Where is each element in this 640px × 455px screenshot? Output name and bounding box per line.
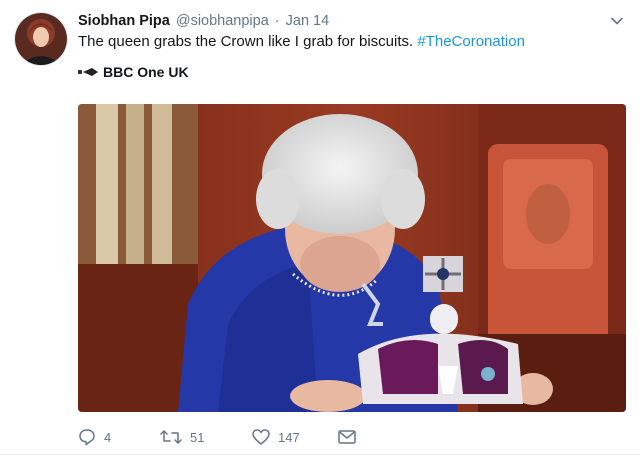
message-button[interactable] bbox=[338, 430, 356, 444]
queen-crown-photo bbox=[78, 104, 626, 412]
tweet-body: The queen grabs the Crown like I grab fo… bbox=[78, 33, 418, 50]
reply-count: 4 bbox=[104, 429, 112, 445]
media-source[interactable]: BBC One UK bbox=[78, 64, 189, 80]
tweet-text: The queen grabs the Crown like I grab fo… bbox=[78, 33, 525, 50]
message-icon bbox=[338, 430, 356, 444]
tweet-media-image[interactable] bbox=[78, 104, 626, 412]
tweet-date[interactable]: Jan 14 bbox=[286, 13, 330, 29]
like-button[interactable]: 147 bbox=[252, 429, 338, 445]
like-count: 147 bbox=[278, 429, 300, 445]
hashtag-link[interactable]: #TheCoronation bbox=[417, 33, 525, 50]
bbc-logo-icon bbox=[78, 68, 98, 76]
avatar[interactable] bbox=[14, 12, 68, 66]
tweet-header: Siobhan Pipa @siobhanpipa · Jan 14 bbox=[78, 10, 620, 32]
chevron-down-icon[interactable] bbox=[610, 14, 624, 28]
reply-button[interactable]: 4 bbox=[78, 428, 160, 446]
heart-icon bbox=[252, 429, 270, 445]
retweet-button[interactable]: 51 bbox=[160, 429, 252, 445]
author-name[interactable]: Siobhan Pipa bbox=[78, 13, 170, 29]
retweet-count: 51 bbox=[190, 429, 205, 445]
author-handle[interactable]: @siobhanpipa bbox=[176, 13, 269, 29]
tweet-actions: 4 51 147 bbox=[78, 428, 356, 446]
avatar-image bbox=[15, 13, 67, 65]
retweet-icon bbox=[160, 430, 182, 444]
separator-dot: · bbox=[274, 13, 280, 29]
source-label: BBC One UK bbox=[103, 64, 189, 80]
reply-icon bbox=[79, 429, 95, 446]
